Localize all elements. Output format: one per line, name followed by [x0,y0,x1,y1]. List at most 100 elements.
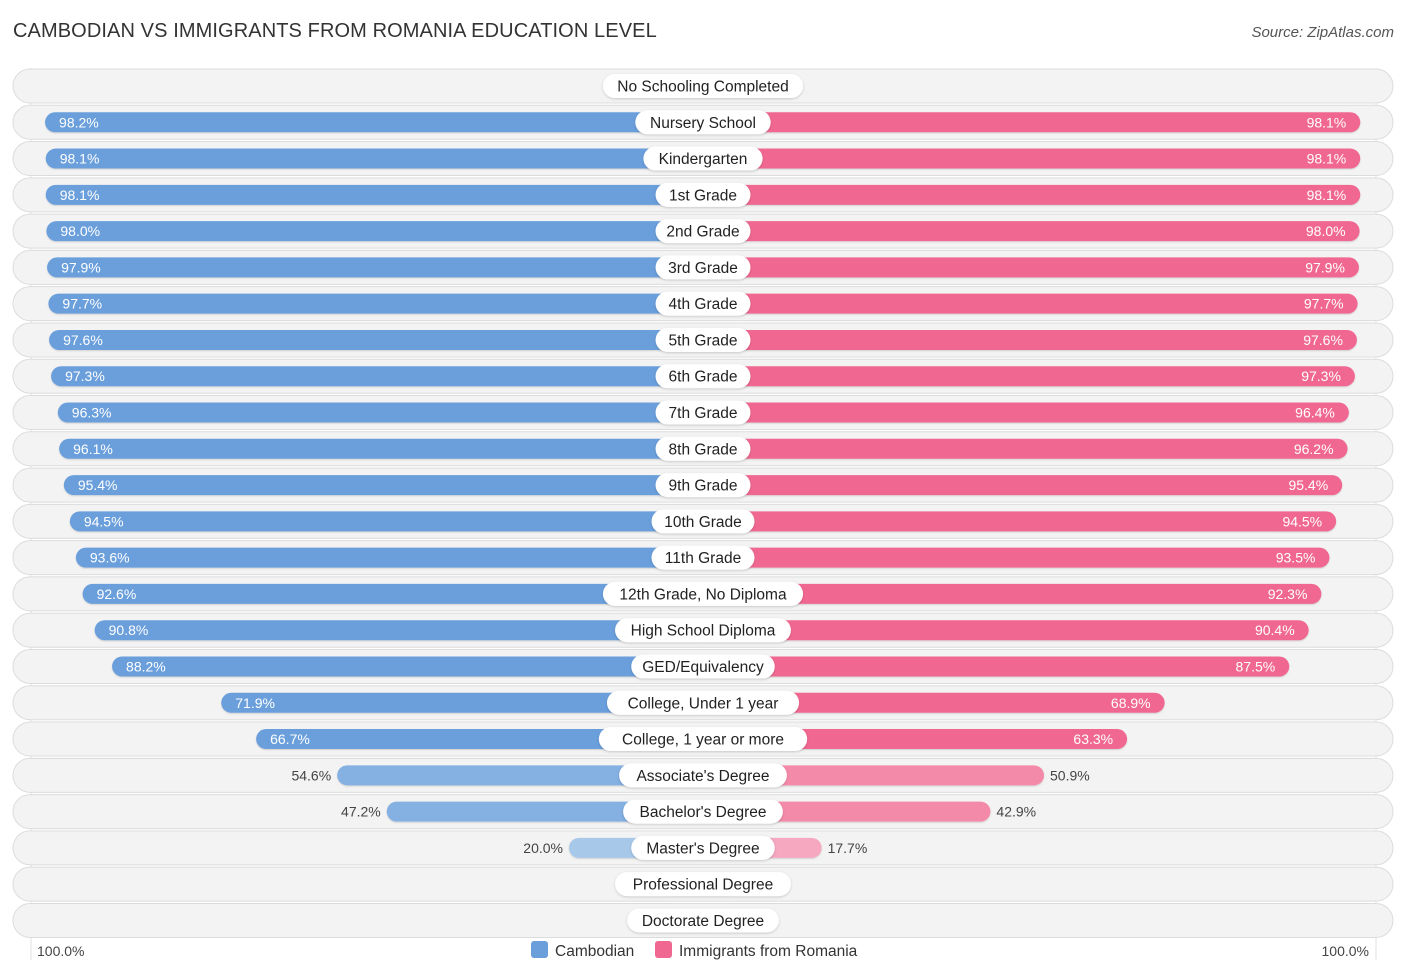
bar-cambodian [69,511,716,532]
row-4: 98.0% 98.0% 2nd Grade [12,213,1394,249]
category-label: 2nd Grade [666,224,739,241]
row-22: 6.0%5.4%Professional Degree [12,866,1394,902]
value-label-cambodian: 66.7% [270,731,310,747]
row-18: 66.7% 63.3% College, 1 year or more [12,721,1394,757]
row-21: 20.0% 17.7% Master's Degree [12,830,1394,866]
value-label-cambodian: 97.9% [61,259,101,275]
bar-cambodian [112,656,715,677]
category-label: 10th Grade [664,514,742,531]
legend-swatch-cambodian [531,941,548,958]
row-14: 92.6% 92.3% 12th Grade, No Diploma [12,576,1394,612]
row-13: 93.6% 93.5% 11th Grade [12,540,1394,576]
bar-immigrants-from-romania [691,148,1361,169]
row-17: 71.9% 68.9% College, Under 1 year [12,685,1394,721]
value-label-cambodian: 47.2% [341,804,381,820]
category-label: Bachelor's Degree [639,804,766,821]
value-label-cambodian: 95.4% [78,477,118,493]
row-10: 96.1% 96.2% 8th Grade [12,431,1394,467]
value-label-immigrants-from-romania: 92.3% [1268,586,1308,602]
bar-immigrants-from-romania [691,112,1361,133]
category-label: 12th Grade, No Diploma [619,586,787,603]
row-16: 88.2% 87.5% GED/Equivalency [12,648,1394,684]
bar-immigrants-from-romania [691,475,1343,496]
category-label: High School Diploma [631,623,776,640]
row-6: 97.7% 97.7% 4th Grade [12,286,1394,322]
value-label-immigrants-from-romania: 98.0% [1306,223,1346,239]
value-label-cambodian: 97.6% [63,332,103,348]
bar-immigrants-from-romania [691,656,1290,677]
value-label-cambodian: 93.6% [90,550,130,566]
bar-immigrants-from-romania [691,293,1358,314]
bar-immigrants-from-romania [691,329,1357,350]
bar-cambodian [45,184,716,205]
category-label: Kindergarten [659,151,748,168]
bar-immigrants-from-romania [691,221,1360,242]
category-label: GED/Equivalency [642,659,764,676]
bar-immigrants-from-romania [691,184,1361,205]
category-label: College, Under 1 year [628,695,779,712]
value-label-cambodian: 94.5% [84,513,124,529]
value-label-cambodian: 92.6% [97,586,137,602]
value-label-cambodian: 96.3% [72,405,112,421]
chart-area: 1.9%1.9%No Schooling Completed 98.2% 98.1%… [12,68,1394,960]
legend-label-cambodian: Cambodian [555,943,634,960]
value-label-immigrants-from-romania: 96.4% [1295,405,1335,421]
value-label-cambodian: 98.2% [59,114,99,130]
bar-immigrants-from-romania [691,438,1348,459]
value-label-immigrants-from-romania: 42.9% [996,804,1036,820]
value-label-cambodian: 97.7% [62,296,102,312]
bar-immigrants-from-romania [691,511,1337,532]
bar-cambodian [46,221,715,242]
value-label-cambodian: 97.3% [65,368,105,384]
category-label: 3rd Grade [668,260,738,277]
value-label-cambodian: 90.8% [109,622,149,638]
value-label-immigrants-from-romania: 98.1% [1307,114,1347,130]
row-11: 95.4% 95.4% 9th Grade [12,467,1394,503]
category-label: Doctorate Degree [642,913,764,930]
value-label-cambodian: 88.2% [126,658,166,674]
category-label: 6th Grade [669,369,738,386]
legend-swatch-immigrants-from-romania [655,941,672,958]
value-label-cambodian: 98.0% [60,223,100,239]
row-19: 54.6% 50.9% Associate's Degree [12,757,1394,793]
bar-immigrants-from-romania [691,366,1355,387]
category-label: College, 1 year or more [622,732,784,749]
row-12: 94.5% 94.5% 10th Grade [12,503,1394,539]
value-label-immigrants-from-romania: 90.4% [1255,622,1295,638]
category-label: 4th Grade [669,296,738,313]
row-5: 97.9% 97.9% 3rd Grade [12,249,1394,285]
value-label-immigrants-from-romania: 68.9% [1111,695,1151,711]
row-2: 98.1% 98.1% Kindergarten [12,141,1394,177]
category-label: 7th Grade [669,405,738,422]
category-label: 9th Grade [669,478,738,495]
row-9: 96.3% 96.4% 7th Grade [12,395,1394,431]
value-label-immigrants-from-romania: 94.5% [1282,513,1322,529]
row-23: 2.6%2.1%Doctorate Degree [12,902,1394,938]
row-15: 90.8% 90.4% High School Diploma [12,612,1394,648]
bar-cambodian [47,257,715,278]
value-label-immigrants-from-romania: 93.5% [1276,550,1316,566]
bar-cambodian [45,148,716,169]
category-label: 1st Grade [669,187,737,204]
value-label-cambodian: 71.9% [235,695,275,711]
legend-label-immigrants-from-romania: Immigrants from Romania [679,943,858,960]
bar-cambodian [51,366,715,387]
bar-cambodian [45,112,716,133]
row-8: 97.3% 97.3% 6th Grade [12,358,1394,394]
value-label-immigrants-from-romania: 50.9% [1050,767,1090,783]
category-label: No Schooling Completed [617,79,788,96]
bar-cambodian [48,293,716,314]
value-label-immigrants-from-romania: 98.1% [1307,187,1347,203]
value-label-cambodian: 96.1% [73,441,113,457]
value-label-immigrants-from-romania: 97.9% [1305,259,1345,275]
category-label: Nursery School [650,115,756,132]
value-label-immigrants-from-romania: 95.4% [1288,477,1328,493]
bar-immigrants-from-romania [691,547,1330,568]
value-label-immigrants-from-romania: 17.7% [828,840,868,856]
value-label-cambodian: 98.1% [60,187,100,203]
bar-cambodian [57,402,716,423]
value-label-immigrants-from-romania: 63.3% [1073,731,1113,747]
value-label-immigrants-from-romania: 98.1% [1307,151,1347,167]
category-label: 8th Grade [669,441,738,458]
category-label: Professional Degree [633,877,773,894]
